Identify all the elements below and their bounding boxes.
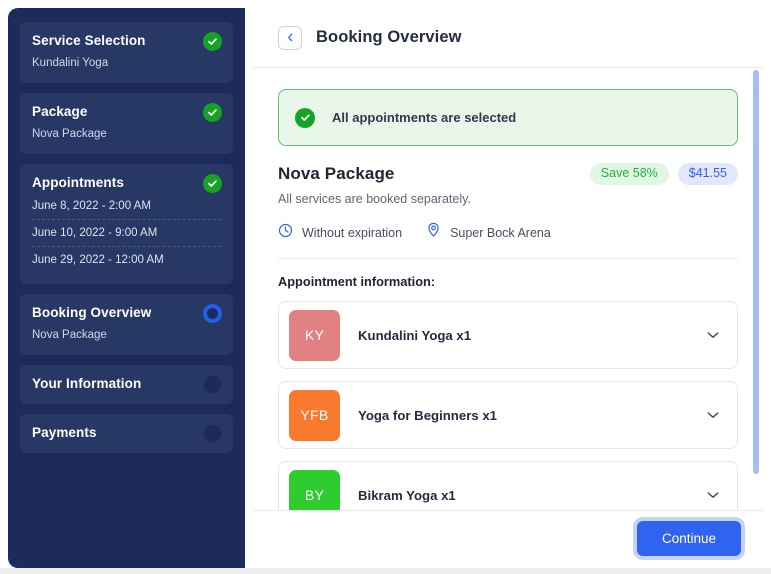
sidebar-item-title: Payments (32, 425, 97, 440)
appointment-card[interactable]: KY Kundalini Yoga x1 (278, 301, 738, 369)
check-circle-icon (203, 103, 222, 122)
location-label: Super Bock Arena (450, 225, 551, 240)
status-banner: All appointments are selected (278, 89, 738, 146)
appointment-information-title: Appointment information: (278, 274, 436, 289)
chevron-left-icon (286, 30, 295, 45)
empty-circle-icon (203, 424, 222, 443)
price-badge: $41.55 (677, 163, 738, 185)
appointment-name: Bikram Yoga x1 (358, 487, 456, 503)
sidebar-item-subtitle: Nova Package (32, 329, 107, 341)
location-meta: Super Bock Arena (426, 222, 551, 243)
continue-button[interactable]: Continue (636, 521, 741, 556)
clock-icon (278, 223, 293, 243)
check-circle-icon (203, 32, 222, 51)
sidebar-item-title: Appointments (32, 175, 124, 190)
wizard-steps-sidebar: Service Selection Kundalini Yoga Package… (8, 8, 245, 568)
chevron-down-icon[interactable] (707, 491, 719, 499)
sidebar-item-package[interactable]: Package Nova Package (20, 93, 233, 154)
expiration-label: Without expiration (302, 225, 403, 240)
content-scrollbar[interactable] (753, 70, 759, 509)
sidebar-appointment-dates: June 8, 2022 - 2:00 AM June 10, 2022 - 9… (32, 195, 221, 273)
sidebar-appointment-date: June 10, 2022 - 9:00 AM (32, 219, 221, 246)
back-button[interactable] (278, 25, 302, 50)
sidebar-item-title: Service Selection (32, 33, 146, 48)
page-bottom-strip (0, 568, 771, 574)
empty-circle-icon (203, 375, 222, 394)
content-footer: Continue (253, 510, 763, 566)
appointment-card[interactable]: BY Bikram Yoga x1 (278, 461, 738, 510)
sidebar-appointment-date: June 8, 2022 - 2:00 AM (32, 200, 151, 212)
sidebar-item-booking-overview[interactable]: Booking Overview Nova Package (20, 294, 233, 355)
avatar: BY (289, 469, 340, 510)
avatar: YFB (289, 389, 340, 441)
sidebar-item-title: Booking Overview (32, 305, 152, 320)
sidebar-item-payments[interactable]: Payments (20, 414, 233, 453)
appointment-name: Kundalini Yoga x1 (358, 327, 472, 343)
check-circle-icon (203, 174, 222, 193)
appointment-card[interactable]: YFB Yoga for Beginners x1 (278, 381, 738, 449)
sidebar-appointment-date: June 29, 2022 - 12:00 AM (32, 246, 221, 273)
map-pin-icon (426, 222, 441, 243)
check-circle-icon (295, 107, 315, 128)
sidebar-item-service-selection[interactable]: Service Selection Kundalini Yoga (20, 22, 233, 83)
scrollbar-thumb[interactable] (753, 70, 759, 474)
radio-ring-icon (203, 304, 222, 323)
chevron-down-icon[interactable] (707, 331, 719, 339)
expiration-meta: Without expiration (278, 223, 402, 243)
content-body: All appointments are selected Nova Packa… (253, 69, 763, 510)
page-title: Booking Overview (316, 28, 462, 46)
chevron-down-icon[interactable] (707, 411, 719, 419)
package-badges: Save 58% $41.55 (589, 163, 738, 185)
content-header: Booking Overview (253, 8, 763, 68)
avatar: KY (289, 309, 340, 361)
content-panel: Booking Overview All appointments are se… (253, 8, 763, 566)
sidebar-item-title: Your Information (32, 376, 142, 391)
package-description: All services are booked separately. (278, 192, 471, 206)
sidebar-item-your-information[interactable]: Your Information (20, 365, 233, 404)
booking-wizard-app: Service Selection Kundalini Yoga Package… (0, 0, 771, 574)
appointment-name: Yoga for Beginners x1 (358, 407, 497, 423)
package-name: Nova Package (278, 164, 395, 183)
status-banner-message: All appointments are selected (332, 110, 517, 125)
sidebar-item-subtitle: Nova Package (32, 128, 107, 140)
sidebar-item-appointments[interactable]: Appointments June 8, 2022 - 2:00 AM June… (20, 164, 233, 284)
package-meta-row: Without expiration Super Bock Arena (278, 222, 738, 259)
sidebar-item-title: Package (32, 104, 88, 119)
save-badge: Save 58% (589, 163, 669, 185)
package-header-row: Nova Package Save 58% $41.55 (278, 163, 738, 185)
sidebar-item-subtitle: Kundalini Yoga (32, 57, 109, 69)
